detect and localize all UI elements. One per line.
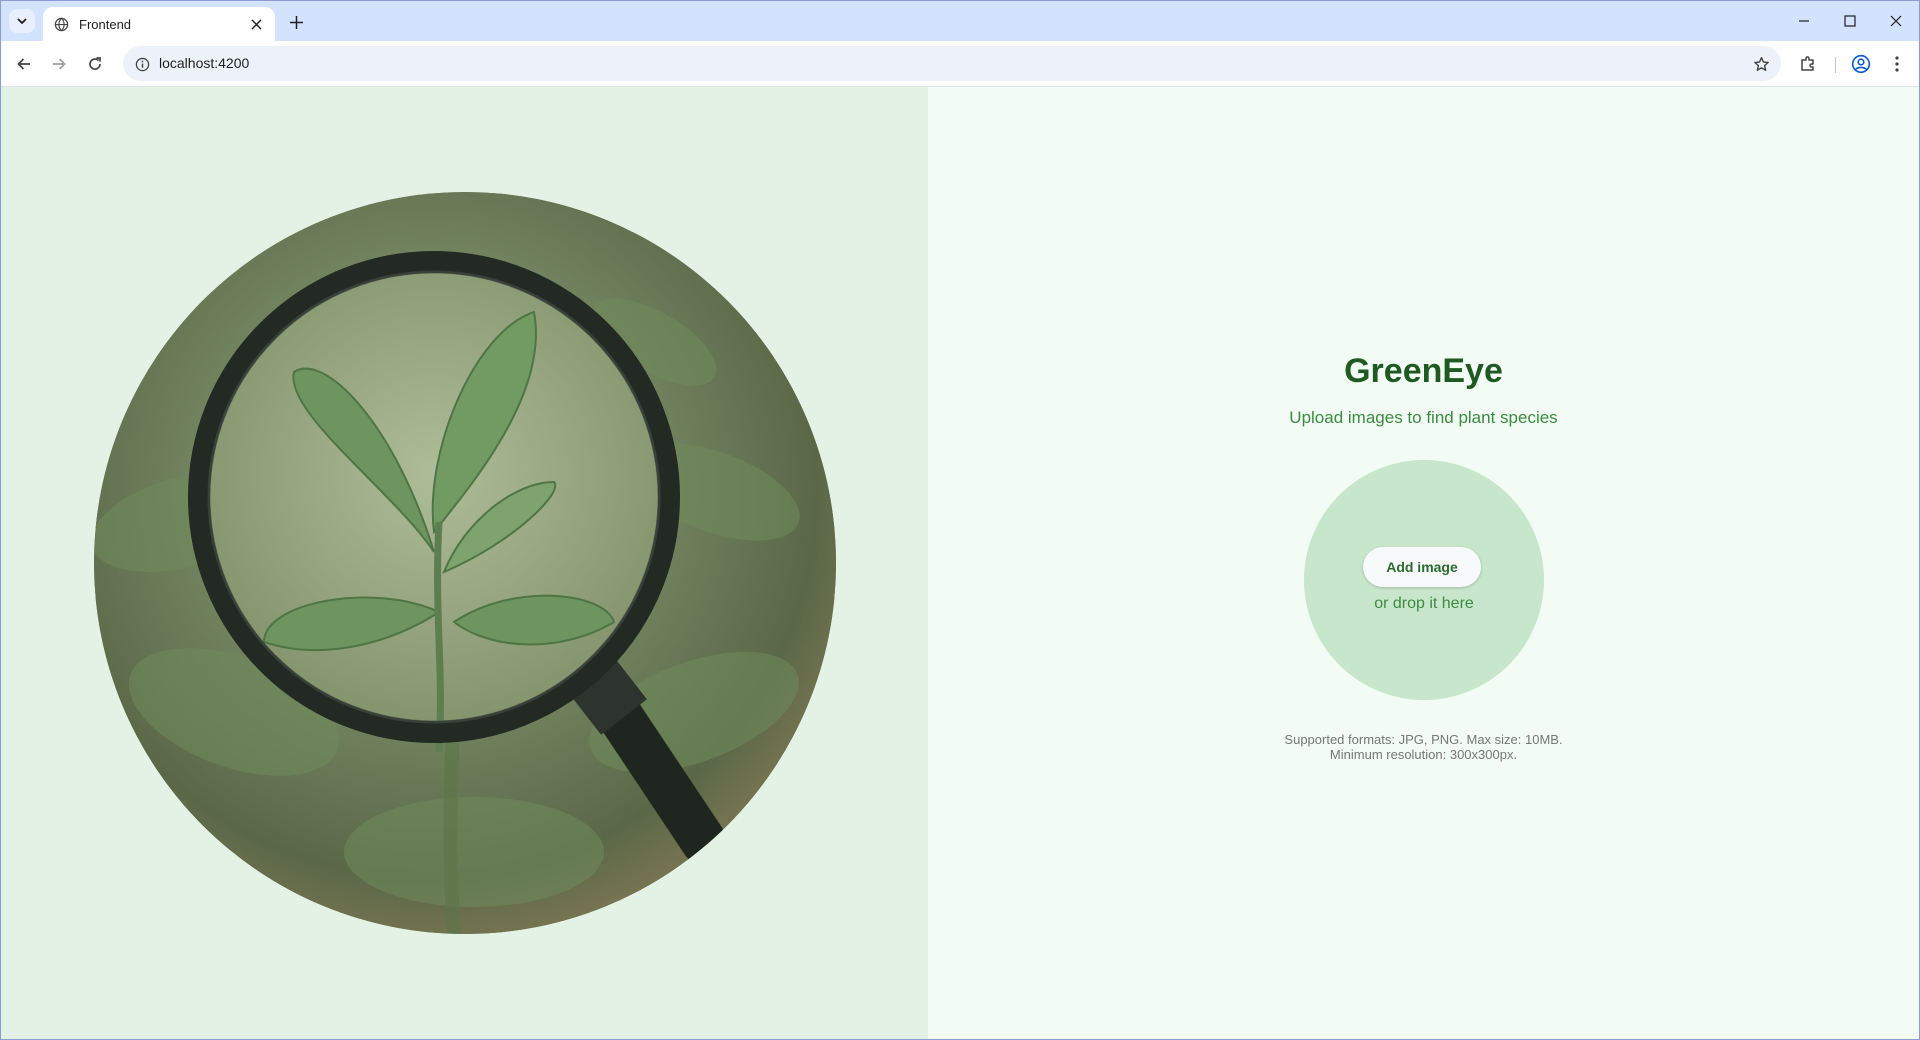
upload-requirements: Supported formats: JPG, PNG. Max size: 1… [928, 732, 1919, 762]
kebab-menu-icon[interactable] [1885, 52, 1909, 76]
toolbar-divider [1835, 57, 1836, 73]
url-text[interactable]: localhost:4200 [159, 55, 249, 71]
browser-window: Frontend localhost:4200 GreenEye Upload … [0, 0, 1920, 1040]
profile-avatar-icon[interactable] [1849, 52, 1873, 76]
min-resolution-text: Minimum resolution: 300x300px. [1329, 747, 1518, 762]
site-info-icon[interactable] [133, 55, 151, 73]
address-bar[interactable]: localhost:4200 [123, 46, 1781, 81]
tab-search-chevron-icon[interactable] [9, 9, 35, 33]
close-tab-icon[interactable] [247, 15, 265, 33]
plant-magnifier-image [94, 192, 836, 934]
drop-hint-text: or drop it here [1374, 595, 1474, 612]
page-content: GreenEye Upload images to find plant spe… [1, 87, 1919, 1039]
hero-panel [1, 87, 928, 1039]
minimize-icon[interactable] [1781, 1, 1827, 41]
tab-title: Frontend [79, 16, 132, 32]
extensions-puzzle-icon[interactable] [1796, 52, 1820, 76]
upload-panel: GreenEye Upload images to find plant spe… [928, 87, 1919, 1039]
supported-formats-text: Supported formats: JPG, PNG. Max size: 1… [1284, 732, 1563, 747]
forward-arrow-icon[interactable] [45, 50, 73, 78]
back-arrow-icon[interactable] [10, 50, 38, 78]
new-tab-plus-icon[interactable] [284, 10, 308, 34]
image-drop-zone[interactable]: Add image or drop it here [1304, 460, 1544, 700]
reload-icon[interactable] [81, 50, 109, 78]
add-image-button[interactable]: Add image [1363, 547, 1481, 587]
close-window-icon[interactable] [1873, 1, 1919, 41]
app-subtitle: Upload images to find plant species [1289, 408, 1558, 427]
bookmark-star-icon[interactable] [1751, 54, 1771, 74]
app-title: GreenEye [1344, 352, 1503, 390]
tab-strip: Frontend [1, 1, 1919, 41]
browser-tab[interactable]: Frontend [43, 7, 275, 41]
globe-icon [53, 16, 69, 32]
browser-toolbar: localhost:4200 [1, 41, 1919, 87]
maximize-icon[interactable] [1827, 1, 1873, 41]
